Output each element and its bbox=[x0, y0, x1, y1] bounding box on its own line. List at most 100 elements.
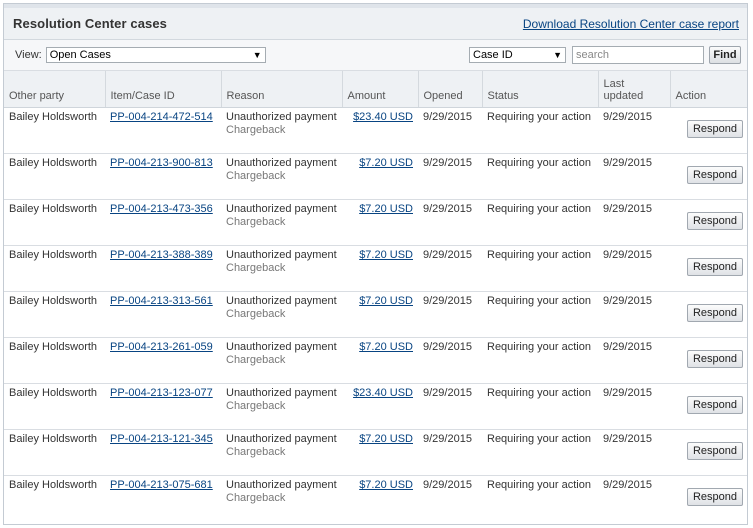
amount-link[interactable]: $7.20 USD bbox=[359, 295, 413, 307]
column-header-last-updated[interactable]: Last updated bbox=[597, 71, 670, 108]
amount-cell: $7.20 USD bbox=[342, 291, 418, 338]
column-header-amount[interactable]: Amount bbox=[341, 71, 418, 108]
status-cell: Requiring your action bbox=[482, 337, 598, 384]
table-row: Bailey Holdsworth PP-004-213-123-077 Una… bbox=[4, 383, 747, 430]
column-header-status[interactable]: Status bbox=[481, 71, 598, 108]
status-cell: Requiring your action bbox=[482, 199, 598, 246]
amount-cell: $7.20 USD bbox=[342, 245, 418, 292]
last-updated-cell: 9/29/2015 bbox=[598, 291, 670, 338]
amount-cell: $7.20 USD bbox=[342, 153, 418, 200]
cases-table: Other party Item/Case ID Reason Amount O… bbox=[4, 71, 747, 521]
opened-cell: 9/29/2015 bbox=[418, 383, 482, 430]
case-id-cell: PP-004-213-121-345 bbox=[105, 429, 221, 476]
reason-cell: Unauthorized payment Chargeback bbox=[221, 383, 342, 430]
find-button[interactable]: Find bbox=[709, 46, 741, 64]
reason-subtype: Chargeback bbox=[226, 399, 286, 412]
case-id-link[interactable]: PP-004-213-261-059 bbox=[110, 341, 213, 353]
last-updated-cell: 9/29/2015 bbox=[598, 199, 670, 246]
download-report-link[interactable]: Download Resolution Center case report bbox=[523, 17, 739, 31]
view-label: View: bbox=[15, 49, 42, 61]
reason-text: Unauthorized payment bbox=[226, 248, 337, 261]
amount-cell: $23.40 USD bbox=[342, 107, 418, 154]
case-id-link[interactable]: PP-004-214-472-514 bbox=[110, 111, 213, 123]
case-id-cell: PP-004-213-473-356 bbox=[105, 199, 221, 246]
reason-cell: Unauthorized payment Chargeback bbox=[221, 337, 342, 384]
column-header-opened[interactable]: Opened bbox=[417, 71, 482, 108]
opened-cell: 9/29/2015 bbox=[418, 199, 482, 246]
reason-text: Unauthorized payment bbox=[226, 478, 337, 491]
chevron-down-icon: ▼ bbox=[252, 50, 262, 60]
case-id-link[interactable]: PP-004-213-900-813 bbox=[110, 157, 213, 169]
reason-cell: Unauthorized payment Chargeback bbox=[221, 245, 342, 292]
case-id-cell: PP-004-213-261-059 bbox=[105, 337, 221, 384]
other-party-cell: Bailey Holdsworth bbox=[4, 383, 105, 430]
reason-cell: Unauthorized payment Chargeback bbox=[221, 153, 342, 200]
case-id-cell: PP-004-213-123-077 bbox=[105, 383, 221, 430]
respond-button[interactable]: Respond bbox=[687, 487, 743, 506]
other-party-cell: Bailey Holdsworth bbox=[4, 199, 105, 246]
status-cell: Requiring your action bbox=[482, 153, 598, 200]
amount-link[interactable]: $23.40 USD bbox=[353, 387, 413, 399]
reason-subtype: Chargeback bbox=[226, 169, 286, 182]
reason-cell: Unauthorized payment Chargeback bbox=[221, 291, 342, 338]
search-input[interactable] bbox=[572, 46, 704, 64]
case-id-link[interactable]: PP-004-213-388-389 bbox=[110, 249, 213, 261]
respond-button[interactable]: Respond bbox=[687, 441, 743, 460]
column-header-reason[interactable]: Reason bbox=[220, 71, 342, 108]
view-select[interactable]: Open Cases ▼ bbox=[45, 47, 266, 63]
other-party-cell: Bailey Holdsworth bbox=[4, 337, 105, 384]
panel-header: Resolution Center cases Download Resolut… bbox=[4, 4, 747, 40]
case-id-link[interactable]: PP-004-213-121-345 bbox=[110, 433, 213, 445]
table-row: Bailey Holdsworth PP-004-213-121-345 Una… bbox=[4, 429, 747, 476]
opened-cell: 9/29/2015 bbox=[418, 429, 482, 476]
amount-link[interactable]: $7.20 USD bbox=[359, 203, 413, 215]
case-id-cell: PP-004-213-900-813 bbox=[105, 153, 221, 200]
reason-cell: Unauthorized payment Chargeback bbox=[221, 429, 342, 476]
respond-button[interactable]: Respond bbox=[687, 119, 743, 138]
reason-subtype: Chargeback bbox=[226, 261, 286, 274]
amount-link[interactable]: $7.20 USD bbox=[359, 341, 413, 353]
respond-button[interactable]: Respond bbox=[687, 165, 743, 184]
last-updated-cell: 9/29/2015 bbox=[598, 337, 670, 384]
table-row: Bailey Holdsworth PP-004-213-473-356 Una… bbox=[4, 199, 747, 246]
action-cell: Respond bbox=[670, 199, 747, 246]
amount-link[interactable]: $7.20 USD bbox=[359, 157, 413, 169]
amount-cell: $7.20 USD bbox=[342, 199, 418, 246]
table-row: Bailey Holdsworth PP-004-213-075-681 Una… bbox=[4, 475, 747, 521]
other-party-cell: Bailey Holdsworth bbox=[4, 107, 105, 154]
amount-cell: $23.40 USD bbox=[342, 383, 418, 430]
last-updated-cell: 9/29/2015 bbox=[598, 245, 670, 292]
respond-button[interactable]: Respond bbox=[687, 303, 743, 322]
respond-button[interactable]: Respond bbox=[687, 257, 743, 276]
column-header-case-id[interactable]: Item/Case ID bbox=[104, 71, 221, 108]
amount-link[interactable]: $23.40 USD bbox=[353, 111, 413, 123]
case-id-link[interactable]: PP-004-213-123-077 bbox=[110, 387, 213, 399]
last-updated-cell: 9/29/2015 bbox=[598, 383, 670, 430]
case-id-link[interactable]: PP-004-213-313-561 bbox=[110, 295, 213, 307]
table-row: Bailey Holdsworth PP-004-213-313-561 Una… bbox=[4, 291, 747, 338]
amount-link[interactable]: $7.20 USD bbox=[359, 433, 413, 445]
case-id-link[interactable]: PP-004-213-075-681 bbox=[110, 479, 213, 491]
search-by-select[interactable]: Case ID ▼ bbox=[469, 47, 566, 63]
search-group: Case ID ▼ Find bbox=[469, 46, 741, 64]
table-row: Bailey Holdsworth PP-004-214-472-514 Una… bbox=[4, 107, 747, 154]
respond-button[interactable]: Respond bbox=[687, 211, 743, 230]
reason-text: Unauthorized payment bbox=[226, 340, 337, 353]
status-cell: Requiring your action bbox=[487, 478, 591, 491]
reason-subtype: Chargeback bbox=[226, 307, 286, 320]
case-id-cell: PP-004-213-388-389 bbox=[105, 245, 221, 292]
case-id-cell: PP-004-213-075-681 bbox=[105, 475, 221, 521]
table-row: Bailey Holdsworth PP-004-213-388-389 Una… bbox=[4, 245, 747, 292]
opened-cell: 9/29/2015 bbox=[418, 245, 482, 292]
respond-button[interactable]: Respond bbox=[687, 349, 743, 368]
other-party-cell: Bailey Holdsworth bbox=[4, 429, 105, 476]
amount-link[interactable]: $7.20 USD bbox=[359, 479, 413, 491]
action-cell: Respond bbox=[670, 107, 747, 154]
case-id-link[interactable]: PP-004-213-473-356 bbox=[110, 203, 213, 215]
action-cell: Respond bbox=[670, 245, 747, 292]
opened-cell: 9/29/2015 bbox=[418, 107, 482, 154]
amount-link[interactable]: $7.20 USD bbox=[359, 249, 413, 261]
column-header-other-party[interactable]: Other party bbox=[4, 71, 105, 108]
action-cell: Respond bbox=[670, 475, 747, 521]
respond-button[interactable]: Respond bbox=[687, 395, 743, 414]
